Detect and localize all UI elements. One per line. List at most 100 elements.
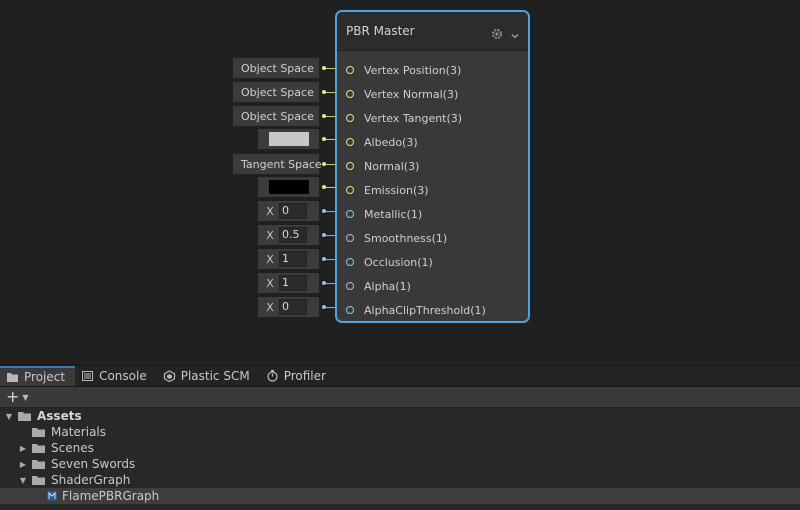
port-label: Vertex Tangent(3) xyxy=(364,111,463,125)
tree-item-materials[interactable]: Materials xyxy=(0,424,800,440)
tree-item-label: Assets xyxy=(37,409,82,423)
port-label: Alpha(1) xyxy=(364,279,411,293)
tree-item-label: Seven Swords xyxy=(51,457,136,471)
port-connector-icon[interactable] xyxy=(346,306,354,314)
node-port[interactable]: Emission(3) xyxy=(337,181,429,199)
occlusion-value-field[interactable]: 1 xyxy=(279,251,307,267)
port-label: Smoothness(1) xyxy=(364,231,448,245)
node-port[interactable]: Alpha(1) xyxy=(337,277,411,295)
node-port[interactable]: AlphaClipThreshold(1) xyxy=(337,301,486,319)
expand-arrow-icon[interactable]: ▼ xyxy=(4,412,14,421)
vertex-position-input[interactable]: Object Space xyxy=(233,58,326,78)
shader-graph-canvas[interactable]: Object Space Object Space Object Space T… xyxy=(0,0,800,365)
tree-item-label: Materials xyxy=(51,425,107,439)
space-dropdown-value[interactable]: Object Space xyxy=(233,62,322,75)
folder-open-icon xyxy=(18,411,32,422)
port-connector-icon[interactable] xyxy=(346,66,354,74)
port-label: AlphaClipThreshold(1) xyxy=(364,303,486,317)
tree-item-scenes[interactable]: ▶ Scenes xyxy=(0,440,800,456)
albedo-color-swatch[interactable] xyxy=(268,132,309,146)
space-dropdown-value[interactable]: Object Space xyxy=(233,110,322,123)
port-connector-icon[interactable] xyxy=(346,258,354,266)
node-port[interactable]: Occlusion(1) xyxy=(337,253,433,271)
panel-tab-bar: Project Console Plastic SCM Profiler xyxy=(0,366,800,387)
plastic-icon xyxy=(163,370,176,383)
gear-icon[interactable] xyxy=(491,25,503,40)
pbr-master-node[interactable]: PBR Master Vertex Position(3) Vertex Norm… xyxy=(335,10,530,323)
add-dropdown-caret[interactable]: ▼ xyxy=(22,393,28,402)
port-connector-icon[interactable] xyxy=(346,138,354,146)
tab-plastic-scm[interactable]: Plastic SCM xyxy=(157,366,260,386)
tree-item-flamepbrgraph[interactable]: FlamePBRGraph xyxy=(0,488,800,504)
folder-icon xyxy=(32,427,46,438)
node-port[interactable]: Vertex Tangent(3) xyxy=(337,109,462,127)
tab-project[interactable]: Project xyxy=(0,366,76,386)
axis-label: X xyxy=(266,228,274,242)
tab-console[interactable]: Console xyxy=(75,366,157,386)
tab-label: Console xyxy=(99,369,147,383)
tree-item-assets[interactable]: ▼ Assets xyxy=(0,408,800,424)
node-port[interactable]: Normal(3) xyxy=(337,157,419,175)
alpha-input[interactable]: X1 xyxy=(258,273,326,293)
tree-item-seven-swords[interactable]: ▶ Seven Swords xyxy=(0,456,800,472)
port-connector-icon[interactable] xyxy=(346,162,354,170)
axis-label: X xyxy=(266,204,274,218)
expand-arrow-icon[interactable]: ▶ xyxy=(18,460,28,469)
smoothness-input[interactable]: X 0.5 xyxy=(258,225,326,245)
chevron-down-icon[interactable] xyxy=(510,26,520,39)
folder-icon xyxy=(6,371,19,383)
metallic-value-field[interactable]: 0 xyxy=(279,203,307,219)
alpha-value-field[interactable]: 1 xyxy=(279,275,307,291)
metallic-input[interactable]: X0 xyxy=(258,201,326,221)
tree-item-label: FlamePBRGraph xyxy=(62,489,160,503)
port-label: Occlusion(1) xyxy=(364,255,433,269)
node-port[interactable]: Vertex Position(3) xyxy=(337,61,461,79)
alpha-clip-value-field[interactable]: 0 xyxy=(279,299,307,315)
occlusion-input[interactable]: X1 xyxy=(258,249,326,269)
port-connector-icon[interactable] xyxy=(346,186,354,194)
port-connector-icon[interactable] xyxy=(346,282,354,290)
tree-item-label: Scenes xyxy=(51,441,94,455)
project-toolbar: + ▼ xyxy=(0,387,800,408)
emission-color-input[interactable] xyxy=(258,177,326,197)
port-label: Normal(3) xyxy=(364,159,420,173)
axis-label: X xyxy=(266,276,274,290)
tree-item-label: ShaderGraph xyxy=(51,473,131,487)
port-label: Emission(3) xyxy=(364,183,429,197)
folder-icon xyxy=(32,443,46,454)
port-connector-icon[interactable] xyxy=(346,234,354,242)
albedo-color-input[interactable] xyxy=(258,129,326,149)
port-connector-icon[interactable] xyxy=(346,210,354,218)
port-connector-icon[interactable] xyxy=(346,90,354,98)
emission-color-swatch[interactable] xyxy=(268,180,309,194)
folder-open-icon xyxy=(32,475,46,486)
vertex-tangent-input[interactable]: Object Space xyxy=(233,106,326,126)
axis-label: X xyxy=(266,252,274,266)
node-port[interactable]: Albedo(3) xyxy=(337,133,418,151)
profiler-icon xyxy=(266,370,279,382)
space-dropdown-value[interactable]: Object Space xyxy=(233,86,322,99)
expand-arrow-icon[interactable]: ▼ xyxy=(18,476,28,485)
vertex-normal-input[interactable]: Object Space xyxy=(233,82,326,102)
axis-label: X xyxy=(266,300,274,314)
port-label: Vertex Position(3) xyxy=(364,63,462,77)
tab-label: Plastic SCM xyxy=(180,369,250,383)
port-label: Metallic(1) xyxy=(364,207,423,221)
normal-input[interactable]: Tangent Space xyxy=(233,154,326,174)
node-port[interactable]: Metallic(1) xyxy=(337,205,422,223)
alpha-clip-input[interactable]: X0 xyxy=(258,297,326,317)
smoothness-value-field[interactable]: 0.5 xyxy=(279,227,307,243)
node-port[interactable]: Vertex Normal(3) xyxy=(337,85,458,103)
port-label: Vertex Normal(3) xyxy=(364,87,459,101)
space-dropdown-value[interactable]: Tangent Space xyxy=(233,158,330,171)
port-connector-icon[interactable] xyxy=(346,114,354,122)
add-asset-button[interactable]: + xyxy=(6,389,19,405)
console-icon xyxy=(81,370,94,382)
tab-label: Project xyxy=(24,370,66,384)
tree-item-shadergraph[interactable]: ▼ ShaderGraph xyxy=(0,472,800,488)
node-header[interactable]: PBR Master xyxy=(337,12,528,51)
node-port[interactable]: Smoothness(1) xyxy=(337,229,447,247)
tab-profiler[interactable]: Profiler xyxy=(260,366,336,386)
expand-arrow-icon[interactable]: ▶ xyxy=(18,444,28,453)
project-panel: Project Console Plastic SCM Profiler + ▼… xyxy=(0,365,800,510)
